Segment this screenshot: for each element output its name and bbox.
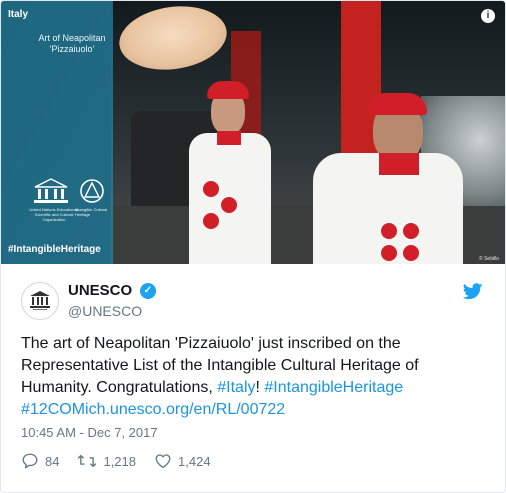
like-icon — [155, 454, 171, 469]
overlay-org-text: United Nations Educational, Scientific a… — [29, 207, 79, 222]
apron-dot — [403, 223, 419, 239]
hashtag-intangibleheritage-link[interactable]: #IntangibleHeritage — [264, 379, 403, 396]
unesco-temple-logo — [34, 178, 68, 203]
retweet-icon — [78, 454, 97, 468]
pizzaiolo-right-scarf — [379, 153, 419, 175]
tweet-timestamp[interactable]: 10:45 AM - Dec 7, 2017 — [21, 425, 158, 440]
pizzaiolo-left-scarf — [217, 131, 241, 145]
apron-dot — [203, 181, 219, 197]
overlay-ich-text: Intangible Cultural Heritage — [75, 207, 108, 217]
hashtag-italy-link[interactable]: #Italy — [217, 379, 255, 396]
apron-dot — [403, 245, 419, 261]
overlay-logos: United Nations Educational, Scientific a… — [29, 177, 109, 227]
avatar[interactable] — [21, 282, 59, 320]
reply-button[interactable]: 84 — [21, 452, 59, 470]
reply-count: 84 — [45, 453, 60, 469]
like-button[interactable]: 1,424 — [154, 452, 211, 470]
verified-badge-icon: ✓ — [140, 283, 156, 299]
pizzaiolo-left-cap — [207, 81, 249, 99]
apron-dot — [221, 197, 237, 213]
apron-dot — [381, 223, 397, 239]
retweet-count: 1,218 — [103, 453, 137, 469]
overlay-hashtag: #IntangibleHeritage — [8, 244, 101, 255]
url-link[interactable]: ich.unesco.org/en/RL/00722 — [85, 401, 285, 418]
overlay-country: Italy — [8, 9, 29, 20]
apron-dot — [381, 245, 397, 261]
unesco-overlay-panel: Italy Art of Neapolitan 'Pizzaiuolo' Uni… — [1, 1, 113, 264]
hashtag-12com-link[interactable]: #12COM — [21, 401, 85, 418]
ich-emblem-logo — [80, 179, 104, 203]
tweet-media-image[interactable]: Italy Art of Neapolitan 'Pizzaiuolo' Uni… — [1, 1, 505, 264]
apron-dot — [203, 213, 219, 229]
tweet-text: The art of Neapolitan 'Pizzaiuolo' just … — [21, 333, 491, 421]
author-handle[interactable]: @UNESCO — [68, 303, 142, 319]
info-icon[interactable]: i — [481, 9, 495, 23]
twitter-bird-icon[interactable] — [463, 283, 483, 300]
unesco-logo — [30, 291, 50, 310]
overlay-title: Art of Neapolitan 'Pizzaiuolo' — [38, 33, 106, 54]
reply-icon — [22, 453, 38, 469]
pizzaiolo-right-cap — [367, 93, 427, 115]
like-count: 1,424 — [178, 453, 211, 469]
photo-credit: © Sebillo — [479, 256, 500, 262]
author-name[interactable]: UNESCO — [68, 282, 132, 299]
retweet-button[interactable]: 1,218 — [77, 452, 136, 470]
tweet-actions: 84 1,218 1,424 — [21, 451, 229, 471]
tweet-card: Italy Art of Neapolitan 'Pizzaiuolo' Uni… — [0, 0, 506, 493]
